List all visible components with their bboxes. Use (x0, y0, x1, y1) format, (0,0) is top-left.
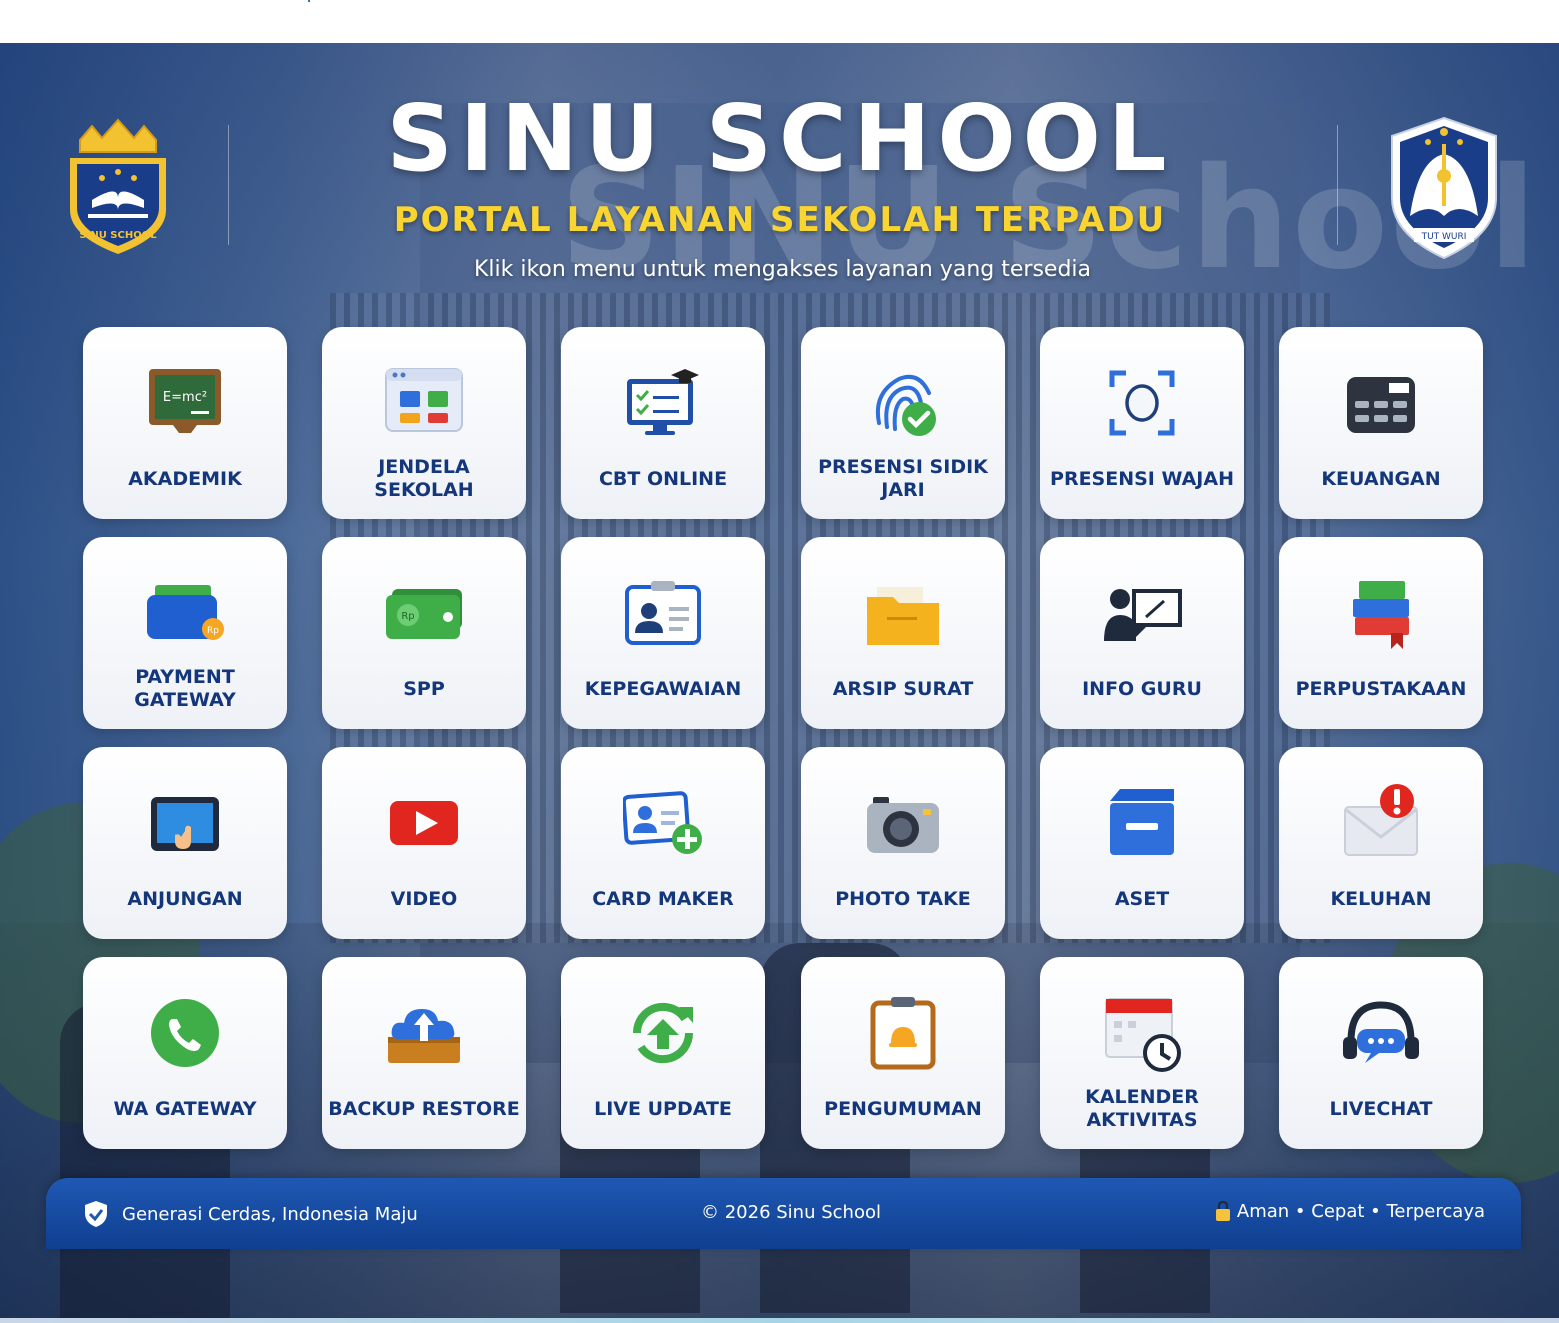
menu-label: PENGUMUMAN (824, 1097, 982, 1120)
lock-icon (1215, 1200, 1230, 1221)
menu-kalender-aktivitas[interactable]: KALENDER AKTIVITAS (1040, 957, 1244, 1149)
menu-video[interactable]: VIDEO (322, 747, 526, 939)
id-card-icon (625, 581, 701, 645)
menu-label: CBT ONLINE (598, 467, 728, 490)
menu-label: BACKUP RESTORE (328, 1097, 520, 1120)
top-dot (308, 0, 310, 2)
menu-grid: E=mc² AKADEMIK JENDELA SEKOLAH CBT ONLIN… (83, 327, 1483, 1149)
footer-right: Aman • Cepat • Terpercaya (1215, 1200, 1485, 1222)
wallet-icon: Rp (147, 585, 224, 640)
menu-kepegawaian[interactable]: KEPEGAWAIAN (561, 537, 765, 729)
menu-presensi-sidik-jari[interactable]: PRESENSI SIDIK JARI (801, 327, 1005, 519)
menu-label: VIDEO (390, 887, 458, 910)
menu-label: ASET (1114, 887, 1170, 910)
money-icon: Rp (386, 589, 462, 639)
menu-label: ANJUNGAN (127, 887, 243, 910)
mail-alert-icon (1344, 784, 1418, 856)
menu-keuangan[interactable]: KEUANGAN (1279, 327, 1483, 519)
sinu-school-logo: SINU SCHOOL (70, 118, 166, 254)
face-scan-icon (1109, 370, 1175, 436)
archive-box-icon (1110, 789, 1174, 855)
menu-akademik[interactable]: E=mc² AKADEMIK (83, 327, 287, 519)
menu-perpustakaan[interactable]: PERPUSTAKAAN (1279, 537, 1483, 729)
whatsapp-icon (151, 999, 219, 1067)
menu-pengumuman[interactable]: PENGUMUMAN (801, 957, 1005, 1149)
menu-label: LIVE UPDATE (594, 1097, 732, 1120)
menu-label: WA GATEWAY (113, 1097, 257, 1120)
header-divider-left (228, 125, 229, 245)
menu-live-update[interactable]: LIVE UPDATE (561, 957, 765, 1149)
card-add-icon (623, 791, 702, 854)
menu-label: PHOTO TAKE (835, 887, 971, 910)
menu-presensi-wajah[interactable]: PRESENSI WAJAH (1040, 327, 1244, 519)
headset-chat-icon (1343, 1001, 1419, 1063)
menu-wa-gateway[interactable]: WA GATEWAY (83, 957, 287, 1149)
menu-payment-gateway[interactable]: Rp PAYMENT GATEWAY (83, 537, 287, 729)
menu-anjungan[interactable]: ANJUNGAN (83, 747, 287, 939)
menu-arsip-surat[interactable]: ARSIP SURAT (801, 537, 1005, 729)
tablet-touch-icon (151, 797, 219, 851)
menu-backup-restore[interactable]: BACKUP RESTORE (322, 957, 526, 1149)
fingerprint-icon (876, 374, 936, 436)
computer-test-icon (627, 369, 699, 435)
menu-label: PRESENSI SIDIK JARI (818, 456, 988, 501)
footer-copyright: © 2026 Sinu School (701, 1202, 881, 1223)
svg-text:E=mc²: E=mc² (163, 390, 207, 405)
svg-text:Rp: Rp (401, 611, 414, 622)
svg-text:TUT WURI: TUT WURI (1421, 232, 1467, 242)
books-icon (1353, 581, 1409, 649)
shield-check-icon (85, 1201, 107, 1227)
menu-keluhan[interactable]: KELUHAN (1279, 747, 1483, 939)
calculator-icon (1347, 377, 1415, 433)
menu-label: KELUHAN (1330, 887, 1432, 910)
chalkboard-icon: E=mc² (149, 369, 221, 433)
cloud-upload-icon (388, 1009, 460, 1063)
menu-label: PAYMENT GATEWAY (134, 666, 236, 711)
footer-copyright-wrap: © 2026 Sinu School (646, 1202, 936, 1223)
menu-label: AKADEMIK (128, 467, 242, 490)
menu-label: KALENDER AKTIVITAS (1085, 1086, 1199, 1131)
page-tagline: Klik ikon menu untuk mengakses layanan y… (473, 257, 1092, 282)
svg-text:SINU SCHOOL: SINU SCHOOL (79, 230, 157, 241)
footer-bar: Generasi Cerdas, Indonesia Maju © 2026 S… (46, 1178, 1521, 1249)
calendar-clock-icon (1105, 998, 1181, 1072)
menu-label: PERPUSTAKAAN (1295, 677, 1467, 700)
top-strip (0, 0, 1559, 43)
folder-icon (867, 587, 939, 645)
menu-label: CARD MAKER (592, 887, 734, 910)
menu-label: KEPEGAWAIAN (584, 677, 742, 700)
svg-text:Rp: Rp (207, 626, 219, 636)
video-play-icon (390, 801, 458, 845)
menu-label: KEUANGAN (1321, 467, 1441, 490)
sync-update-icon (632, 1002, 694, 1064)
menu-info-guru[interactable]: INFO GURU (1040, 537, 1244, 729)
menu-aset[interactable]: ASET (1040, 747, 1244, 939)
clipboard-bell-icon (870, 997, 936, 1070)
menu-label: SPP (403, 677, 445, 700)
menu-label: LIVECHAT (1329, 1097, 1433, 1120)
footer-assurance: Aman • Cepat • Terpercaya (1236, 1200, 1485, 1222)
menu-label: INFO GURU (1082, 677, 1202, 700)
menu-photo-take[interactable]: PHOTO TAKE (801, 747, 1005, 939)
app-window-icon (385, 368, 463, 432)
menu-label: PRESENSI WAJAH (1050, 467, 1234, 490)
tut-wuri-logo: TUT WURI (1391, 116, 1497, 260)
hero-section: SINU School SINU SCHOOL SINU SCHOOL PORT… (0, 43, 1559, 1318)
page-subtitle: PORTAL LAYANAN SEKOLAH TERPADU (393, 200, 1167, 240)
header-divider-right (1337, 125, 1338, 245)
page-title: SINU SCHOOL (386, 85, 1174, 192)
menu-label: JENDELA SEKOLAH (374, 456, 474, 501)
footer-slogan: Generasi Cerdas, Indonesia Maju (122, 1203, 418, 1225)
menu-spp[interactable]: Rp SPP (322, 537, 526, 729)
teacher-board-icon (1104, 589, 1182, 641)
menu-card-maker[interactable]: CARD MAKER (561, 747, 765, 939)
menu-label: ARSIP SURAT (832, 677, 974, 700)
bottom-bar (0, 1318, 1559, 1323)
menu-livechat[interactable]: LIVECHAT (1279, 957, 1483, 1149)
camera-icon (867, 797, 939, 853)
menu-jendela-sekolah[interactable]: JENDELA SEKOLAH (322, 327, 526, 519)
footer-left: Generasi Cerdas, Indonesia Maju (84, 1200, 418, 1228)
menu-cbt-online[interactable]: CBT ONLINE (561, 327, 765, 519)
